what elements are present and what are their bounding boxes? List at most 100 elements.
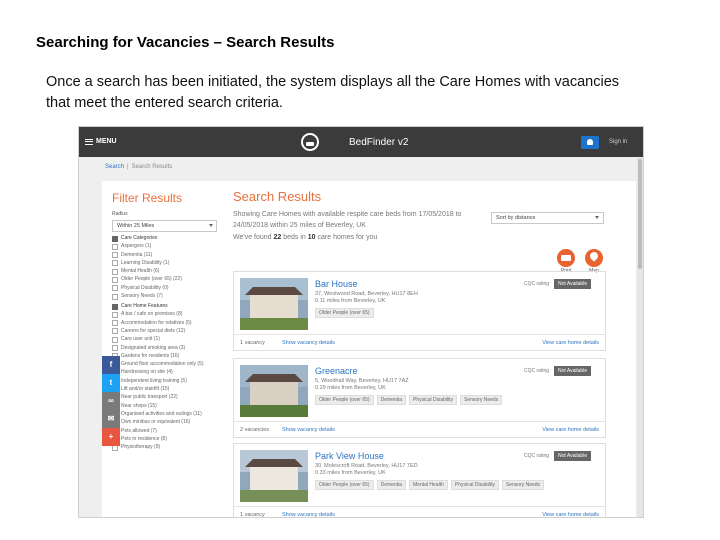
filter-option-label: Older People (over 65) (22) <box>121 276 182 283</box>
filter-checkbox[interactable]: Organised activities and outings (11) <box>112 411 237 418</box>
radius-select[interactable]: Within 25 Miles <box>112 220 217 232</box>
filter-checkbox[interactable]: Care user unit (1) <box>112 336 237 343</box>
show-vacancy-link[interactable]: Show vacancy details <box>282 512 335 517</box>
care-home-address: 30, Molescroft Road, Beverley, HU17 7ED <box>315 463 418 469</box>
app-brand: BedFinder v2 <box>349 137 409 148</box>
photo-grass <box>240 490 308 502</box>
care-categories-toggle[interactable]: Care Categories <box>112 235 237 242</box>
care-home-name[interactable]: Bar House <box>315 279 358 289</box>
social-share-bar: f t ∞ ✉ + <box>102 356 120 446</box>
filter-checkbox[interactable]: Aspergers (1) <box>112 243 237 250</box>
scrollbar-thumb[interactable] <box>638 159 642 269</box>
menu-label: MENU <box>96 138 117 145</box>
photo-building <box>250 379 298 407</box>
filter-checkbox[interactable]: Accommodation for relatives (5) <box>112 320 237 327</box>
print-icon <box>557 249 575 267</box>
care-home-photo <box>240 365 308 417</box>
results-panel: Search Results Showing Care Homes with a… <box>233 189 633 517</box>
filter-option-label: Ground floor accommodation only (5) <box>121 361 204 368</box>
slide-description: Once a search has been initiated, the sy… <box>46 74 620 111</box>
filter-checkbox[interactable]: Near public transport (22) <box>112 394 237 401</box>
show-vacancy-link[interactable]: Show vacancy details <box>282 427 335 433</box>
filter-checkbox[interactable]: Ground floor accommodation only (5) <box>112 361 237 368</box>
checkbox-icon <box>112 345 118 352</box>
results-count: We've found 22 beds in 10 care homes for… <box>233 234 633 241</box>
filter-checkbox[interactable]: Pets allowed (7) <box>112 428 237 435</box>
sort-select[interactable]: Sort by distance <box>491 212 604 224</box>
filter-checkbox[interactable]: Own minibus or equivalent (16) <box>112 419 237 426</box>
checkbox-icon <box>112 328 118 335</box>
filter-option-label: Care user unit (1) <box>121 336 160 343</box>
menu-button[interactable]: MENU <box>85 137 117 146</box>
twitter-icon[interactable]: t <box>102 374 120 392</box>
email-icon[interactable]: ✉ <box>102 410 120 428</box>
care-home-card: Park View House 30, Molescroft Road, Beve… <box>233 443 606 517</box>
sort-value: Sort by distance <box>496 215 536 221</box>
care-tag: Physical Disability <box>409 395 458 405</box>
filter-checkbox[interactable]: Hairdressing on site (4) <box>112 369 237 376</box>
user-icon[interactable] <box>581 136 599 149</box>
facebook-icon[interactable]: f <box>102 356 120 374</box>
filter-checkbox[interactable]: Learning Disability (1) <box>112 260 237 267</box>
filter-checkbox[interactable]: Physiotherapy (9) <box>112 444 237 451</box>
results-summary: Showing Care Homes with available respit… <box>233 211 462 229</box>
hamburger-icon <box>85 137 93 146</box>
filter-checkbox[interactable]: Older People (over 65) (22) <box>112 276 237 283</box>
checkbox-icon <box>112 276 118 283</box>
care-home-card: Greenacre 5, Woodhall Way, Beverley, HU17… <box>233 358 606 438</box>
chevron-down-icon <box>209 224 213 227</box>
filter-option-label: Near public transport (22) <box>121 394 178 401</box>
filter-option-label: Pets allowed (7) <box>121 427 157 434</box>
breadcrumb-search-results: Search Results <box>131 164 173 170</box>
photo-grass <box>240 405 308 417</box>
care-home-address: 5, Woodhall Way, Beverley, HU17 7AZ <box>315 378 409 384</box>
filter-checkbox[interactable]: Independent living training (5) <box>112 378 237 385</box>
care-home-distance: 0.29 miles from Beverley, UK <box>315 385 386 391</box>
care-categories-list: Aspergers (1) Dementia (11) Learning Disab… <box>112 243 237 300</box>
link-icon[interactable]: ∞ <box>102 392 120 410</box>
care-home-photo <box>240 450 308 502</box>
filter-checkbox[interactable]: Pets in residence (8) <box>112 436 237 443</box>
cqc-rating-badge: Not Available <box>554 451 592 461</box>
view-care-home-link[interactable]: View care home details <box>542 427 599 433</box>
plus-icon[interactable]: + <box>102 428 120 446</box>
cqc-rating-label: CQC rating <box>524 453 550 459</box>
filter-option-label: Own minibus or equivalent (16) <box>121 419 191 426</box>
features-header: Care Home Features <box>121 303 168 310</box>
map-pin-icon <box>585 249 603 267</box>
checkbox-icon <box>112 336 118 343</box>
sign-in-link[interactable]: Sign in <box>609 139 627 145</box>
vacancy-count: 1 vacancy <box>240 340 265 346</box>
view-care-home-link[interactable]: View care home details <box>542 512 599 517</box>
care-home-tags: Older People (over 65) Dementia Mental Hea… <box>315 480 545 490</box>
filter-checkbox[interactable]: Lift and/or stairlift (15) <box>112 386 237 393</box>
care-home-distance: 0.11 miles from Beverley, UK <box>315 298 386 304</box>
scrollbar[interactable] <box>637 157 643 517</box>
top-bar: MENU BedFinder v2 Sign in <box>79 127 643 157</box>
filter-checkbox[interactable]: Sensory Needs (7) <box>112 293 237 300</box>
filter-checkbox[interactable]: Physical Disability (0) <box>112 285 237 292</box>
care-home-name[interactable]: Greenacre <box>315 366 358 376</box>
show-vacancy-link[interactable]: Show vacancy details <box>282 340 335 346</box>
care-home-footer: 2 vacancies Show vacancy details View care… <box>234 421 605 438</box>
filter-checkbox[interactable]: A bar / cafe on premises (8) <box>112 311 237 318</box>
care-home-name[interactable]: Park View House <box>315 451 384 461</box>
slide-title: Searching for Vacancies – Search Results <box>36 34 335 51</box>
filter-option-label: Independent living training (5) <box>121 377 187 384</box>
view-care-home-link[interactable]: View care home details <box>542 340 599 346</box>
filter-checkbox[interactable]: Near shops (15) <box>112 403 237 410</box>
filter-checkbox[interactable]: Mental Health (6) <box>112 268 237 275</box>
breadcrumb-search[interactable]: Search <box>105 164 124 170</box>
filter-option-label: Near shops (15) <box>121 402 157 409</box>
filter-checkbox[interactable]: Careers for special diets (12) <box>112 328 237 335</box>
filter-checkbox[interactable]: Gardens for residents (16) <box>112 353 237 360</box>
features-toggle[interactable]: Care Home Features <box>112 303 237 310</box>
photo-building <box>250 292 298 320</box>
radius-value: Within 25 Miles <box>117 223 155 229</box>
checkbox-icon <box>112 320 118 327</box>
found-mid: beds in <box>281 234 308 241</box>
filter-checkbox[interactable]: Dementia (11) <box>112 252 237 259</box>
cqc-rating-badge: Not Available <box>554 279 592 289</box>
filter-checkbox[interactable]: Designated smoking area (3) <box>112 345 237 352</box>
cqc-rating-badge: Not Available <box>554 366 592 376</box>
